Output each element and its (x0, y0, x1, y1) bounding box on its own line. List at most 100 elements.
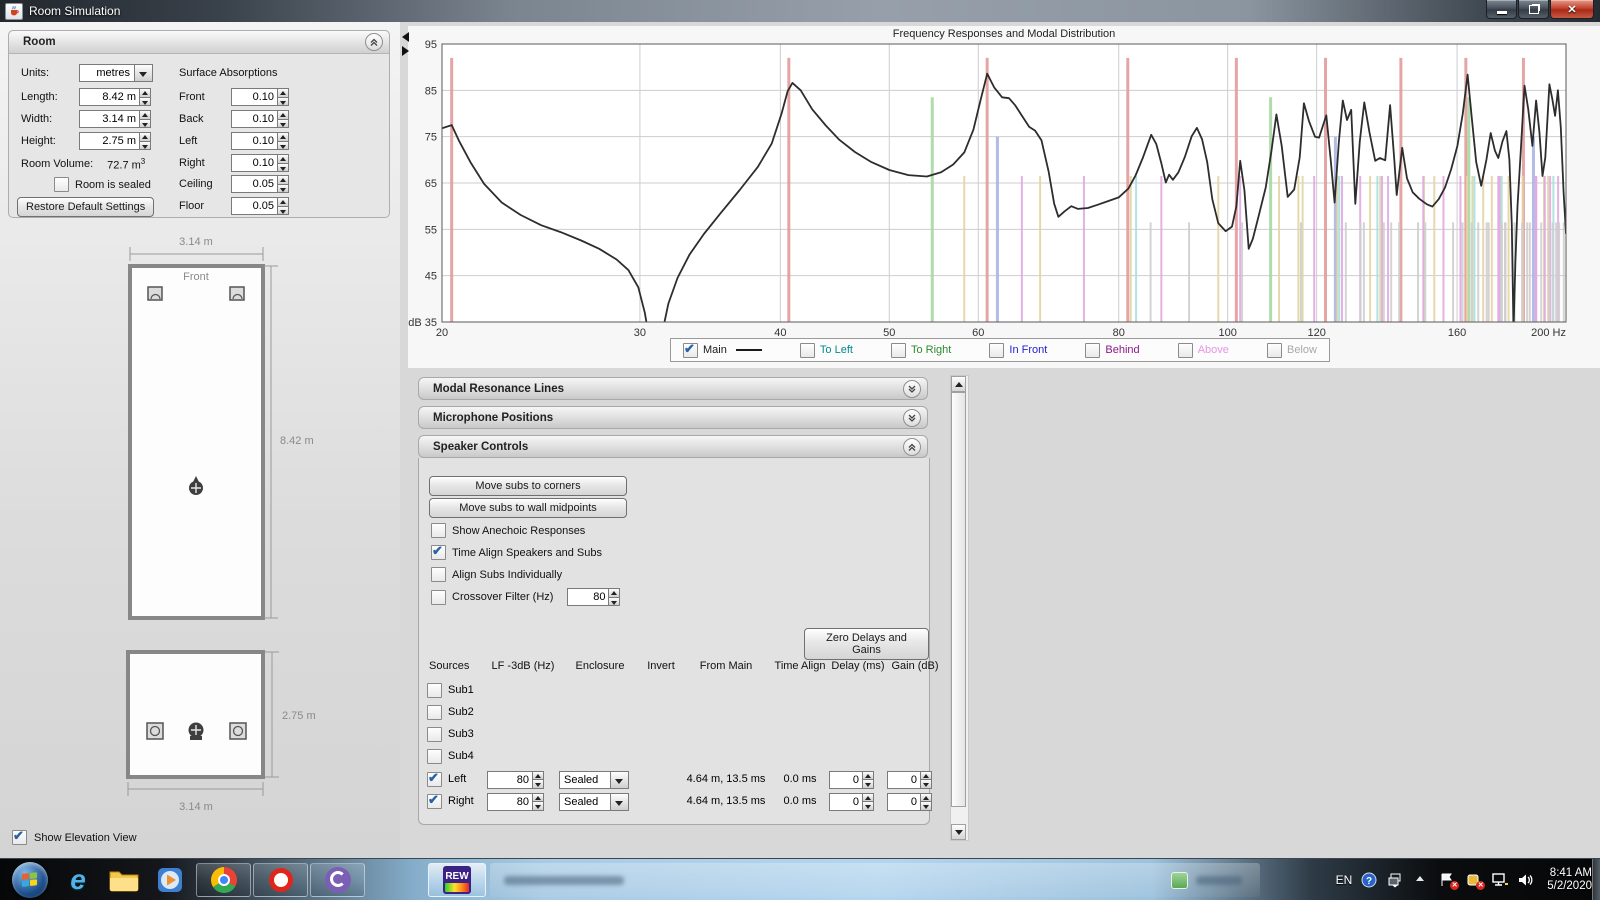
absorption-floor-value[interactable]: 0.05 (231, 197, 278, 215)
absorption-right-value[interactable]: 0.10 (231, 154, 278, 172)
left-delay-spinner[interactable]: 0 (829, 771, 874, 789)
speaker-left-icon[interactable] (148, 287, 162, 300)
windows-update-icon[interactable]: ✕ (1465, 872, 1482, 888)
taskbar-chrome-button[interactable] (196, 863, 251, 897)
zero-delays-gains-button[interactable]: Zero Delays and Gains (804, 628, 929, 660)
length-value[interactable]: 8.42 m (79, 88, 140, 106)
speaker-right-elevation-icon[interactable] (230, 723, 246, 739)
units-combo[interactable]: metres (79, 64, 153, 82)
controls-scrollbar[interactable] (950, 375, 969, 841)
right-lf-spinner[interactable]: 80 (487, 793, 544, 811)
show-elevation-checkbox[interactable]: Show Elevation View (12, 830, 137, 845)
legend-below[interactable]: Below (1267, 343, 1317, 358)
absorption-left-spinner[interactable]: 0.10 (231, 132, 289, 150)
length-down-icon[interactable] (139, 97, 151, 107)
height-value[interactable]: 2.75 m (79, 132, 140, 150)
collapse-right-icon[interactable] (402, 46, 409, 56)
right-checkbox[interactable] (427, 794, 442, 809)
start-button[interactable] (12, 862, 48, 898)
spin-down-icon[interactable] (920, 779, 932, 789)
absorption-ceiling-spinner[interactable]: 0.05 (231, 175, 289, 193)
time-align-checkbox[interactable]: Time Align Speakers and Subs (431, 545, 602, 560)
speaker-left-elevation-icon[interactable] (147, 723, 163, 739)
width-down-icon[interactable] (139, 119, 151, 129)
legend-above[interactable]: Above (1178, 343, 1229, 358)
windows-explorer-icon[interactable] (104, 863, 144, 897)
help-icon[interactable]: ? (1361, 872, 1378, 888)
spin-down-icon[interactable] (608, 597, 620, 607)
taskbar-bittorrent-button[interactable] (310, 863, 365, 897)
sub3-checkbox[interactable] (427, 727, 442, 742)
right-enclosure-combo[interactable]: Sealed (559, 793, 629, 811)
collapse-left-icon[interactable] (402, 32, 409, 42)
left-lf-spinner[interactable]: 80 (487, 771, 544, 789)
speaker-right-icon[interactable] (230, 287, 244, 300)
taskbar-opera-button[interactable] (253, 863, 308, 897)
spin-down-icon[interactable] (277, 206, 289, 216)
scroll-up-button[interactable] (951, 376, 966, 392)
crossover-spinner[interactable]: 80 (567, 588, 620, 606)
spin-down-icon[interactable] (862, 779, 874, 789)
section-modal-resonance[interactable]: Modal Resonance Lines (418, 377, 928, 400)
show-desktop-button[interactable] (1592, 859, 1600, 900)
move-subs-midpoints-button[interactable]: Move subs to wall midpoints (429, 498, 627, 518)
scroll-down-button[interactable] (951, 824, 966, 840)
absorption-back-value[interactable]: 0.10 (231, 110, 278, 128)
collapse-speaker-icon[interactable] (903, 438, 921, 456)
height-spinner[interactable]: 2.75 m (79, 132, 151, 150)
spin-down-icon[interactable] (277, 184, 289, 194)
taskbar-clock[interactable]: 8:41 AM 5/2/2020 (1547, 867, 1592, 893)
language-indicator[interactable]: EN (1336, 873, 1353, 887)
spin-down-icon[interactable] (920, 801, 932, 811)
align-subs-checkbox[interactable]: Align Subs Individually (431, 567, 562, 582)
media-player-icon[interactable] (150, 863, 190, 897)
window-switch-icon[interactable] (1387, 872, 1404, 888)
scrollbar-thumb[interactable] (951, 392, 966, 807)
dropdown-icon[interactable] (610, 793, 629, 811)
minimize-button[interactable] (1486, 0, 1517, 19)
room-top-view-diagram[interactable]: 3.14 m Front 8.42 m (96, 232, 326, 632)
move-subs-corners-button[interactable]: Move subs to corners (429, 476, 627, 496)
taskbar-active-window-area[interactable] (490, 863, 1260, 897)
taskbar-rew-button[interactable]: REW (428, 863, 486, 897)
legend-behind[interactable]: Behind (1085, 343, 1139, 358)
legend-to-right[interactable]: To Right (891, 343, 951, 358)
show-anechoic-checkbox[interactable]: Show Anechoic Responses (431, 523, 585, 538)
action-center-icon[interactable]: ✕ (1439, 872, 1456, 888)
room-panel-header[interactable]: Room (9, 31, 389, 54)
absorption-front-value[interactable]: 0.10 (231, 88, 278, 106)
restore-button[interactable] (1518, 0, 1549, 19)
legend-in-front[interactable]: In Front (989, 343, 1047, 358)
absorption-ceiling-value[interactable]: 0.05 (231, 175, 278, 193)
expand-mic-icon[interactable] (903, 409, 921, 427)
collapse-room-icon[interactable] (365, 33, 383, 51)
units-dropdown-icon[interactable] (134, 64, 153, 82)
show-elevation-checkbox-box[interactable] (12, 830, 27, 845)
restore-defaults-button[interactable]: Restore Default Settings (17, 197, 154, 217)
dropdown-icon[interactable] (610, 771, 629, 789)
room-sealed-checkbox[interactable]: Room is sealed (54, 177, 151, 192)
right-gain-spinner[interactable]: 0 (887, 793, 932, 811)
left-checkbox[interactable] (427, 772, 442, 787)
crossover-filter-checkbox[interactable]: Crossover Filter (Hz) 80 (431, 588, 620, 606)
taskbar-background-window-icon[interactable] (1171, 872, 1188, 889)
width-value[interactable]: 3.14 m (79, 110, 140, 128)
legend-main[interactable]: Main (683, 343, 762, 358)
room-sealed-checkbox-box[interactable] (54, 177, 69, 192)
spin-down-icon[interactable] (532, 779, 544, 789)
width-spinner[interactable]: 3.14 m (79, 110, 151, 128)
length-spinner[interactable]: 8.42 m (79, 88, 151, 106)
left-enclosure-combo[interactable]: Sealed (559, 771, 629, 789)
splitter-collapse-arrows[interactable] (402, 32, 411, 56)
sub1-checkbox[interactable] (427, 683, 442, 698)
absorption-right-spinner[interactable]: 0.10 (231, 154, 289, 172)
absorption-back-spinner[interactable]: 0.10 (231, 110, 289, 128)
absorption-floor-spinner[interactable]: 0.05 (231, 197, 289, 215)
left-gain-spinner[interactable]: 0 (887, 771, 932, 789)
spin-down-icon[interactable] (862, 801, 874, 811)
section-microphone-positions[interactable]: Microphone Positions (418, 406, 928, 429)
expand-modal-icon[interactable] (903, 380, 921, 398)
right-delay-spinner[interactable]: 0 (829, 793, 874, 811)
listener-icon-elevation[interactable] (189, 723, 204, 741)
sub4-checkbox[interactable] (427, 749, 442, 764)
